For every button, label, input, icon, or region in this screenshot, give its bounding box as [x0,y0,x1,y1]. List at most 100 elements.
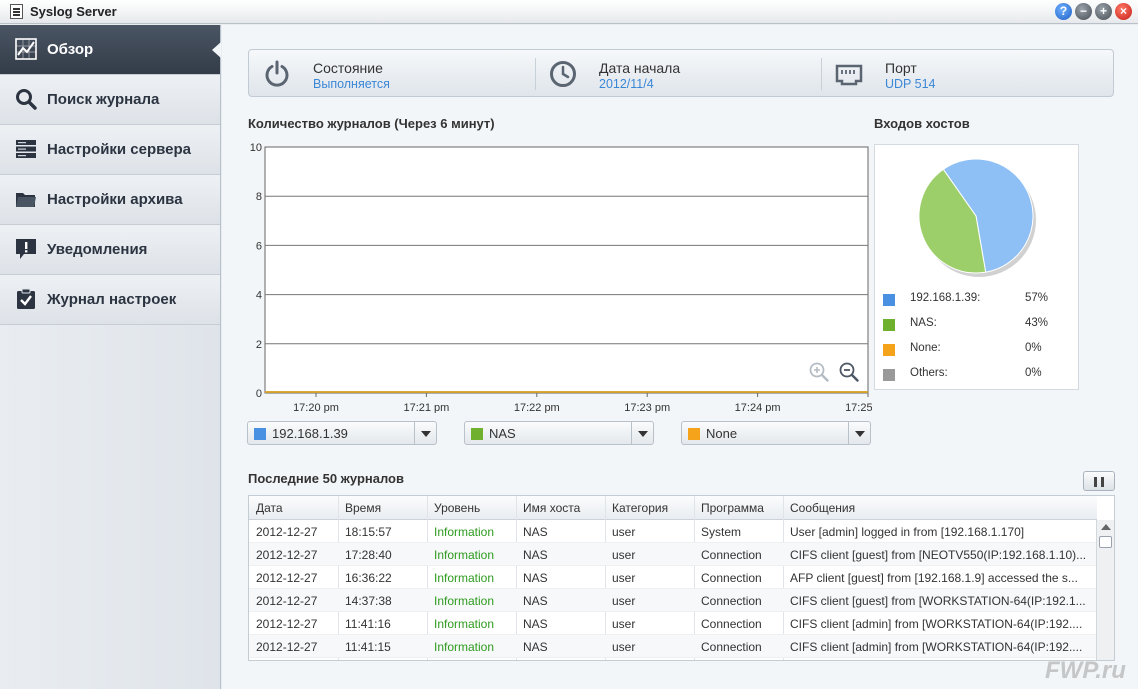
table-cell: 11:41:15 [345,640,391,654]
host-color-swatch [471,428,483,440]
sidebar-item-notifications[interactable]: Уведомления [0,225,220,275]
table-cell: CIFS client [guest] from [NEOTV550(IP:19… [790,548,1087,562]
sidebar-item-settings-log[interactable]: Журнал настроек [0,275,220,325]
column-header-host[interactable]: Имя хоста [523,501,580,515]
column-header-time[interactable]: Время [345,501,381,515]
log-count-chart: 0 2 4 6 8 10 17:20 pm 17:21 pm 17:22 pm 17:23 pm 1… [250,142,872,413]
table-cell: Connection [701,594,762,608]
table-cell: 11:41:16 [345,617,391,631]
app-icon [10,4,23,19]
status-start-label: Дата начала [599,60,681,76]
table-row[interactable]: 2012-12-27 18:15:57 Information NAS user Syst… [249,520,1097,543]
pause-icon [1094,477,1097,487]
sidebar-item-label: Обзор [47,41,94,58]
y-tick-label: 4 [256,290,262,302]
sidebar-item-label: Поиск журнала [47,91,160,108]
column-header-date[interactable]: Дата [256,501,283,515]
scroll-thumb[interactable] [1099,536,1112,548]
sidebar-item-archive-settings[interactable]: Настройки архива [0,175,220,225]
table-cell: NAS [523,571,548,585]
close-button[interactable]: × [1115,3,1132,20]
x-tick-label: 17:23 pm [624,402,670,413]
maximize-button[interactable]: + [1095,3,1112,20]
host-select-3[interactable]: None [681,421,871,445]
table-cell: CIFS client [admin] from [WORKSTATION-64… [790,617,1083,631]
chevron-down-icon[interactable] [631,422,653,444]
scroll-up-icon[interactable] [1101,524,1111,530]
host-select-value: NAS [489,426,516,441]
host-color-swatch [688,428,700,440]
host-select-2[interactable]: NAS [464,421,654,445]
table-cell: Information [434,640,495,654]
table-cell: 2012-12-27 [256,548,318,562]
table-cell: AFP client [guest] from [192.168.1.9] ac… [790,571,1078,585]
legend-percent: 43% [1025,317,1049,329]
table-row[interactable]: 2012-12-27 17:28:40 Information NAS user Conn… [249,543,1097,566]
x-tick-label: 17:25 pm [845,402,872,413]
sidebar-item-label: Настройки сервера [47,141,192,158]
status-port-label: Порт [885,60,917,76]
minimize-button[interactable]: − [1075,3,1092,20]
column-header-level[interactable]: Уровень [434,501,480,515]
table-cell: Information [434,548,495,562]
x-tick-label: 17:20 pm [293,402,339,413]
table-header: Дата Время Уровень Имя хоста Категория П… [249,496,1097,520]
host-select-1[interactable]: 192.168.1.39 [247,421,437,445]
sidebar-item-log-search[interactable]: Поиск журнала [0,75,220,125]
table-scrollbar[interactable] [1096,520,1114,660]
sidebar-item-label: Настройки архива [47,191,183,208]
recent-logs-table: Дата Время Уровень Имя хоста Категория П… [248,495,1115,661]
status-start-value: 2012/11/4 [599,77,654,91]
power-icon [265,60,289,87]
table-cell: NAS [523,525,548,539]
legend-name: 192.168.1.39: [910,292,981,304]
help-button[interactable]: ? [1055,3,1072,20]
table-cell: Information [434,571,495,585]
chevron-down-icon[interactable] [848,422,870,444]
table-row[interactable]: 2012-12-27 14:37:38 Information NAS user Conn… [249,589,1097,612]
x-tick-label: 17:21 pm [403,402,449,413]
zoom-out-icon[interactable] [839,362,859,382]
table-cell: 18:15:57 [345,525,392,539]
legend-swatch [883,369,895,381]
host-color-swatch [254,428,266,440]
pie-legend-item: 192.168.1.39: 57% [883,291,1073,307]
table-cell: CIFS client [admin] from [WORKSTATION-64… [790,640,1083,654]
y-tick-label: 2 [256,339,262,351]
table-cell: Connection [701,548,762,562]
column-header-message[interactable]: Сообщения [790,501,855,515]
table-row[interactable]: 2012-12-27 16:36:22 Information NAS user Conn… [249,566,1097,589]
legend-swatch [883,319,895,331]
server-icon [16,140,36,158]
column-header-program[interactable]: Программа [701,501,764,515]
column-header-category[interactable]: Категория [612,501,668,515]
host-select-value: 192.168.1.39 [272,426,348,441]
sidebar-item-server-settings[interactable]: Настройки сервера [0,125,220,175]
host-pie-panel: 192.168.1.39: 57% NAS: 43% None: 0% Othe… [874,144,1079,390]
recent-logs-title: Последние 50 журналов [248,471,404,486]
table-cell: Connection [701,640,762,654]
log-chart-title: Количество журналов (Через 6 минут) [248,116,495,131]
table-cell: Information [434,594,495,608]
table-cell: user [612,571,636,585]
table-cell: Connection [701,617,762,631]
status-state-value: Выполняется [313,77,390,91]
host-pie-chart [918,158,1036,277]
sidebar-item-overview[interactable]: Обзор [0,25,221,75]
status-port: Порт UDP 514 [821,50,1113,98]
host-select-value: None [706,426,738,441]
table-cell: Connection [701,571,762,585]
y-tick-label: 6 [256,240,262,252]
pause-button[interactable] [1083,471,1115,491]
table-row[interactable]: 2012-12-27 11:41:16 Information NAS user Conn… [249,612,1097,635]
zoom-in-icon[interactable] [809,362,829,382]
search-icon [16,89,37,110]
table-cell: NAS [523,640,548,654]
chevron-down-icon[interactable] [414,422,436,444]
watermark: FWP.ru [1045,657,1126,684]
legend-percent: 0% [1025,367,1042,379]
status-state: Состояние Выполняется [249,50,535,98]
legend-percent: 57% [1025,292,1049,304]
table-row[interactable]: 2012-12-27 11:41:15 Information NAS user Conn… [249,635,1097,658]
table-cell: 14:37:38 [345,594,392,608]
